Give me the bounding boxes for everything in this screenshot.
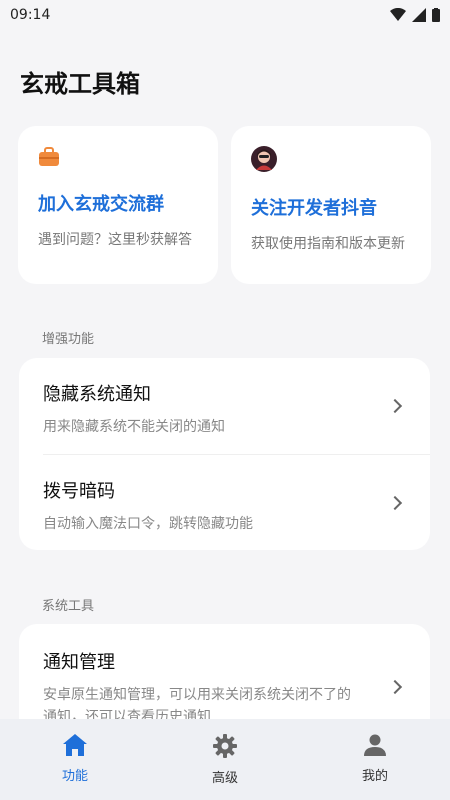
developer-avatar-icon <box>251 146 277 172</box>
hide-notification-desc: 用来隐藏系统不能关闭的通知 <box>43 419 225 435</box>
briefcase-icon <box>39 147 59 166</box>
person-icon <box>364 734 386 756</box>
dial-code-desc: 自动输入魔法口令，跳转隐藏功能 <box>43 516 253 532</box>
join-group-desc: 遇到问题？这里秒获解答 <box>38 232 192 248</box>
status-time: 09:14 <box>10 7 51 23</box>
battery-icon <box>432 8 440 22</box>
nav-item-me[interactable]: 我的 <box>300 719 450 800</box>
signal-icon <box>412 8 426 22</box>
status-bar: 09:14 <box>0 0 450 30</box>
section-label-enhanced: 增强功能 <box>42 332 95 347</box>
hide-notification-title: 隐藏系统通知 <box>43 384 151 405</box>
dial-code-title: 拨号暗码 <box>43 481 115 502</box>
nav-item-advanced[interactable]: 高级 <box>150 719 300 800</box>
follow-developer-desc: 获取使用指南和版本更新 <box>251 236 405 252</box>
nav-item-features[interactable]: 功能 <box>0 719 150 800</box>
list-item-notification-manager[interactable]: 通知管理 安卓原生通知管理，可以用来关闭系统关闭不了的通知，还可以查看历史通知 <box>19 624 430 728</box>
section-label-system: 系统工具 <box>42 599 95 614</box>
join-group-title: 加入玄戒交流群 <box>38 194 164 215</box>
list-item-dial-code[interactable]: 拨号暗码 自动输入魔法口令，跳转隐藏功能 <box>19 455 430 550</box>
follow-developer-card[interactable]: 关注开发者抖音 获取使用指南和版本更新 <box>231 126 431 284</box>
bottom-nav: 功能 高级 我的 <box>0 719 450 800</box>
home-icon <box>63 734 87 756</box>
notification-manager-title: 通知管理 <box>43 652 115 673</box>
follow-developer-title: 关注开发者抖音 <box>251 198 377 219</box>
chevron-right-icon <box>387 679 403 695</box>
gear-icon <box>213 734 237 758</box>
list-item-hide-notification[interactable]: 隐藏系统通知 用来隐藏系统不能关闭的通知 <box>19 358 430 454</box>
join-group-card[interactable]: 加入玄戒交流群 遇到问题？这里秒获解答 <box>18 126 218 284</box>
enhanced-features-card: 隐藏系统通知 用来隐藏系统不能关闭的通知 拨号暗码 自动输入魔法口令，跳转隐藏功… <box>19 358 430 550</box>
nav-label-advanced: 高级 <box>211 771 238 786</box>
wifi-icon <box>390 8 406 21</box>
nav-label-me: 我的 <box>361 769 388 784</box>
page-title: 玄戒工具箱 <box>20 70 140 98</box>
nav-label-features: 功能 <box>61 769 88 784</box>
status-icons <box>390 8 440 22</box>
